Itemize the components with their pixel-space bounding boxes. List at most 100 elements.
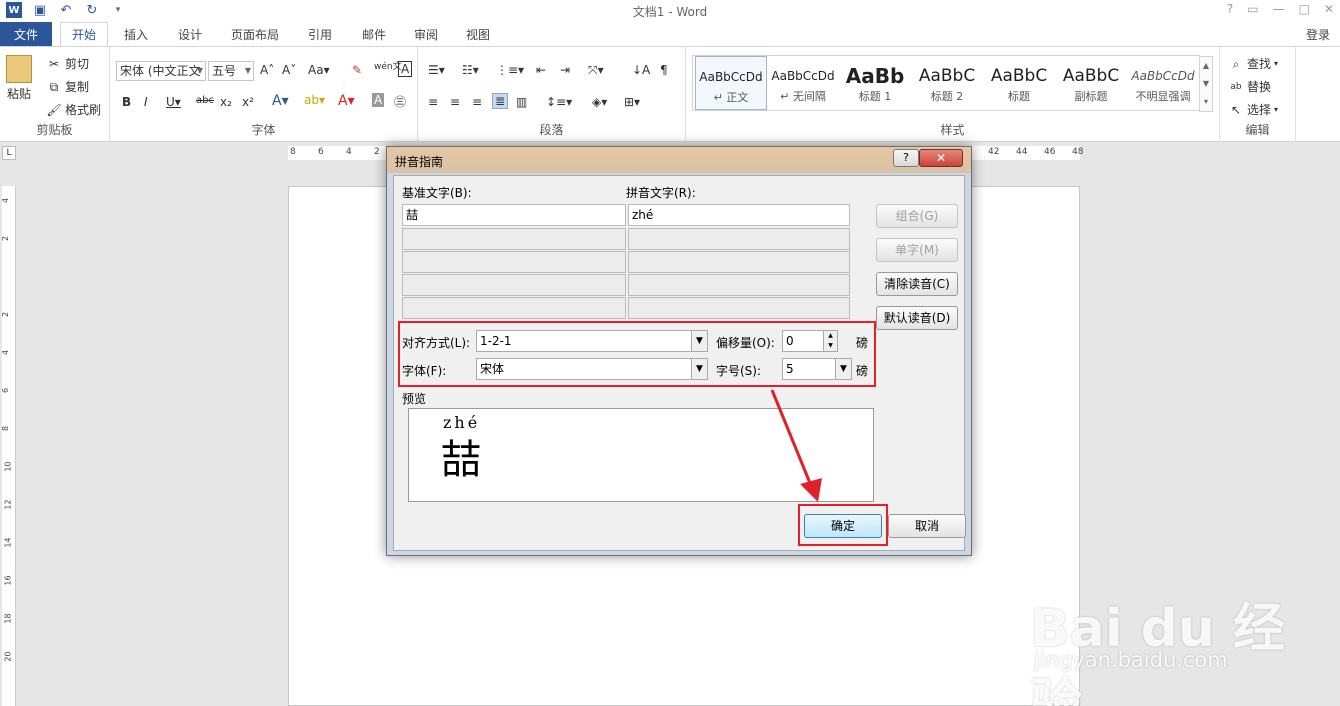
help-button[interactable]: ? [1227, 2, 1233, 16]
replace-icon: ab [1230, 81, 1242, 92]
base-text-label: 基准文字(B): [402, 186, 472, 200]
style-heading-1[interactable]: AaBb 标题 1 [839, 56, 911, 110]
shrink-font-icon[interactable]: A˅ [282, 63, 296, 77]
tab-view[interactable]: 视图 [458, 22, 498, 46]
chevron-up-icon: ▲ [1202, 61, 1210, 70]
multilevel-list-icon[interactable]: ⋮≡▾ [496, 63, 524, 77]
char-border-icon[interactable]: A [398, 61, 413, 77]
char-shading-icon[interactable]: A [372, 93, 385, 107]
justify-icon[interactable]: ≣ [492, 93, 509, 109]
replace-button[interactable]: ab 替换 [1228, 78, 1271, 95]
chinese-layout-icon[interactable]: ⤧▾ [588, 63, 604, 78]
ruby-text-label: 拼音文字(R): [626, 186, 696, 200]
styles-scroll[interactable]: ▲ ▼ ▾ [1199, 56, 1213, 112]
vertical-ruler[interactable]: 4 2 2 4 6 8 10 12 14 16 18 20 [1, 186, 16, 706]
style-no-spacing[interactable]: AaBbCcDd ↵ 无间隔 [767, 56, 839, 110]
style-subtle-emphasis[interactable]: AaBbCcDd 不明显强调 [1127, 56, 1199, 110]
tab-layout[interactable]: 页面布局 [224, 22, 286, 46]
superscript-icon[interactable]: x² [242, 95, 254, 109]
tab-mailings[interactable]: 邮件 [354, 22, 394, 46]
maximize-icon[interactable]: □ [1299, 2, 1310, 16]
align-center-icon[interactable]: ≡ [450, 95, 460, 109]
tab-review[interactable]: 审阅 [406, 22, 446, 46]
scissors-icon: ✂ [48, 56, 60, 71]
clipboard-group: 粘贴 ✂ 剪切 ⧉ 复制 🖌 格式刷 剪贴板 [0, 47, 110, 142]
grow-font-icon[interactable]: A˄ [260, 63, 274, 77]
italic-icon[interactable]: I [144, 95, 148, 109]
login-link[interactable]: 登录 [1306, 26, 1330, 43]
strikethrough-icon[interactable]: abc [196, 95, 214, 106]
show-marks-icon[interactable]: ¶ [660, 63, 668, 77]
ruby-text-input-2[interactable] [628, 228, 850, 250]
ruby-text-input-1[interactable]: zhé [628, 204, 850, 226]
tab-selector[interactable]: L [2, 146, 16, 160]
subscript-icon[interactable]: x₂ [220, 95, 232, 109]
copy-button[interactable]: ⧉ 复制 [46, 78, 89, 95]
borders-icon[interactable]: ⊞▾ [624, 95, 640, 109]
close-icon[interactable]: ✕ [1324, 2, 1334, 16]
base-text-input-4[interactable] [402, 274, 626, 296]
text-effects-icon[interactable]: A▾ [272, 93, 289, 109]
dialog-close-button[interactable]: ✕ [919, 149, 963, 167]
select-button[interactable]: ↖ 选择 ▾ [1228, 101, 1278, 118]
format-painter-button[interactable]: 🖌 格式刷 [46, 101, 101, 118]
default-reading-button[interactable]: 默认读音(D) [876, 306, 958, 330]
ribbon-display-icon[interactable]: ▭ [1247, 2, 1258, 16]
shading-icon[interactable]: ◈▾ [592, 95, 607, 109]
base-text-input-3[interactable] [402, 251, 626, 273]
cut-button[interactable]: ✂ 剪切 [46, 55, 89, 72]
find-button[interactable]: ⌕ 查找 ▾ [1228, 55, 1278, 72]
paste-icon [6, 55, 32, 83]
tab-references[interactable]: 引用 [300, 22, 340, 46]
style-subtitle[interactable]: AaBbC 副标题 [1055, 56, 1127, 110]
distributed-icon[interactable]: ▥ [516, 95, 527, 109]
tab-design[interactable]: 设计 [170, 22, 210, 46]
cancel-button[interactable]: 取消 [888, 514, 966, 538]
window-controls: ? ▭ — □ ✕ [1227, 2, 1334, 16]
bold-icon[interactable]: B [122, 95, 131, 109]
style-heading-2[interactable]: AaBbC 标题 2 [911, 56, 983, 110]
dialog-help-button[interactable]: ? [893, 149, 919, 167]
window-title: 文档1 - Word [632, 5, 708, 19]
tab-insert[interactable]: 插入 [116, 22, 156, 46]
base-text-input-2[interactable] [402, 228, 626, 250]
tab-file[interactable]: 文件 [0, 22, 52, 46]
style-title[interactable]: AaBbC 标题 [983, 56, 1055, 110]
mono-button[interactable]: 单字(M) [876, 238, 958, 262]
font-name-combo[interactable]: 宋体 (中文正文 ▼ [116, 61, 206, 81]
align-left-icon[interactable]: ≡ [428, 95, 438, 109]
ruby-text-input-3[interactable] [628, 251, 850, 273]
clear-format-icon[interactable]: ✎ [352, 63, 362, 77]
copy-icon: ⧉ [49, 79, 59, 94]
baidu-watermark: Bai du 经验 jingyan.baidu.com [1030, 560, 1330, 706]
brush-icon: 🖌 [46, 102, 62, 117]
ribbon: 粘贴 ✂ 剪切 ⧉ 复制 🖌 格式刷 剪贴板 宋体 (中文正文 ▼ 五号 ▼ A˄ A˅ … [0, 46, 1340, 142]
style-normal[interactable]: AaBbCcDd ↵ 正文 [695, 56, 767, 110]
font-size-combo[interactable]: 五号 ▼ [208, 61, 254, 81]
numbering-icon[interactable]: ☷▾ [462, 63, 479, 77]
title-bar: W ▣ ↶ ↻ ▾ 文档1 - Word ? ▭ — □ ✕ [0, 0, 1340, 22]
baidu-logo: Bai du 经验 [1030, 599, 1285, 706]
ruby-text-input-4[interactable] [628, 274, 850, 296]
enclose-char-icon[interactable]: ㊂ [394, 93, 406, 110]
ruby-text-input-5[interactable] [628, 297, 850, 319]
paste-button[interactable]: 粘贴 [6, 55, 32, 102]
underline-icon[interactable]: U▾ [166, 95, 181, 109]
more-icon: ▾ [1203, 97, 1208, 106]
base-text-input-1[interactable]: 喆 [402, 204, 626, 226]
minimize-icon[interactable]: — [1273, 2, 1285, 16]
bullets-icon[interactable]: ☰▾ [428, 63, 445, 77]
tab-home[interactable]: 开始 [60, 22, 108, 46]
highlight-icon[interactable]: ab▾ [304, 93, 325, 107]
font-group: 宋体 (中文正文 ▼ 五号 ▼ A˄ A˅ Aa▾ ✎ wén文 A B I U▾ … [110, 47, 418, 142]
base-text-input-5[interactable] [402, 297, 626, 319]
change-case-icon[interactable]: Aa▾ [308, 63, 330, 77]
clear-reading-button[interactable]: 清除读音(C) [876, 272, 958, 296]
group-button[interactable]: 组合(G) [876, 204, 958, 228]
decrease-indent-icon[interactable]: ⇤ [536, 63, 546, 77]
line-spacing-icon[interactable]: ↕≡▾ [546, 95, 572, 109]
font-color-icon[interactable]: A▾ [338, 93, 355, 109]
align-right-icon[interactable]: ≡ [472, 95, 482, 109]
sort-icon[interactable]: ↓A [632, 63, 650, 77]
increase-indent-icon[interactable]: ⇥ [560, 63, 570, 77]
